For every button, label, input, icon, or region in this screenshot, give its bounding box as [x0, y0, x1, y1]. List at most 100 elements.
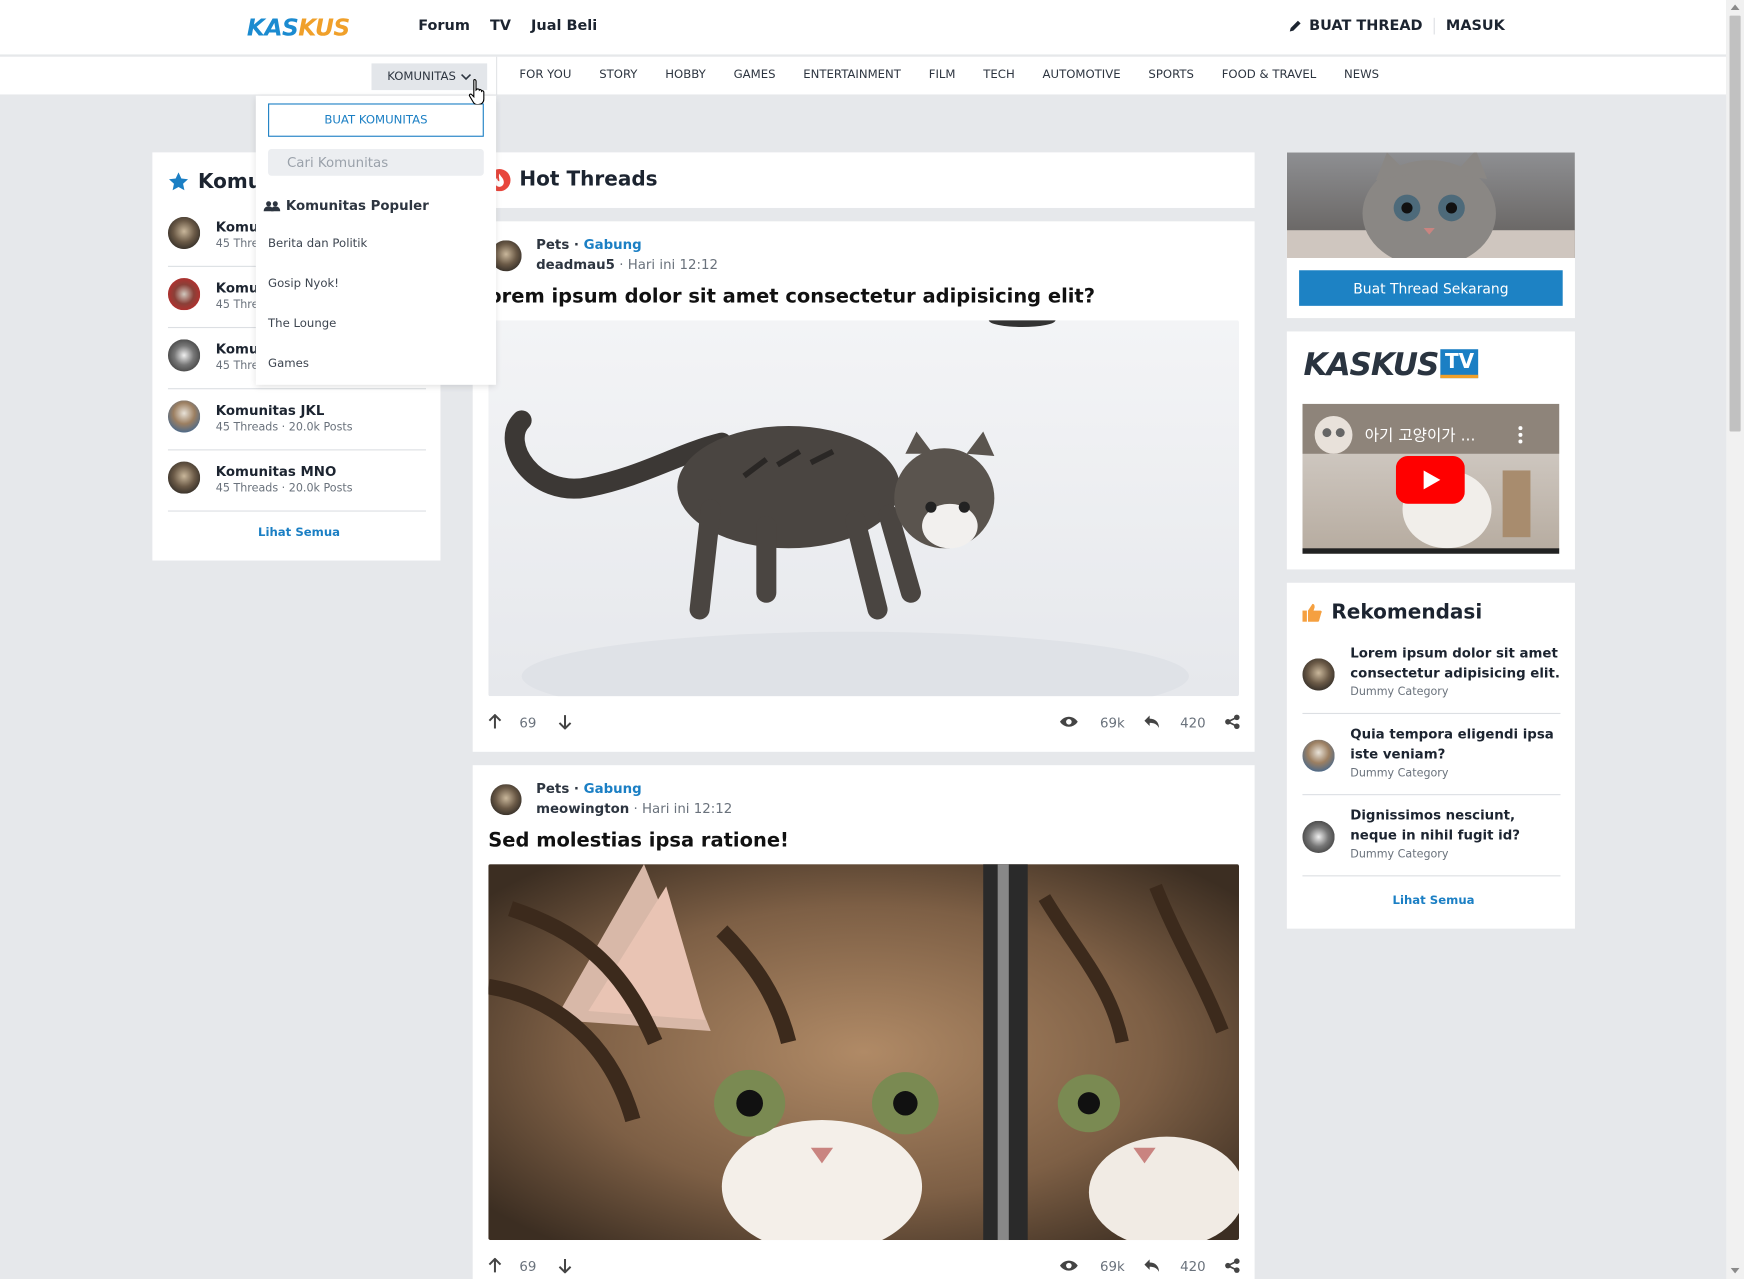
scroll-down-arrow-icon[interactable]	[1730, 1267, 1740, 1275]
recommendation-category: Dummy Category	[1350, 848, 1449, 861]
kaskus-tv-card: KASKUS TV 아기 고양이가 ...	[1286, 331, 1575, 570]
separator: ·	[569, 780, 584, 797]
dropdown-item-berita[interactable]: Berita dan Politik	[268, 237, 367, 250]
tab-games[interactable]: GAMES	[734, 68, 776, 81]
rekomendasi-title-text: Rekomendasi	[1331, 600, 1483, 624]
community-meta: 45 Threads · 20.0k Posts	[215, 482, 353, 495]
community-meta: 45 Threads · 20.0k Posts	[215, 421, 353, 434]
gabung-link[interactable]: Gabung	[584, 781, 642, 797]
thumbs-up-icon	[1302, 603, 1322, 622]
hot-threads-title-text: Hot Threads	[519, 167, 658, 192]
community-meta: 45 Thre	[215, 238, 259, 251]
arrow-up-icon[interactable]	[488, 1257, 502, 1274]
youtube-video-embed[interactable]: 아기 고양이가 ...	[1302, 403, 1560, 554]
tab-entertainment[interactable]: ENTERTAINMENT	[803, 68, 901, 81]
recommendation-item[interactable]: Quia tempora eligendi ipsa iste veniam? …	[1302, 714, 1561, 796]
masuk-button[interactable]: MASUK	[1435, 18, 1505, 35]
community-row[interactable]: Komunitas JKL 45 Threads · 20.0k Posts	[167, 389, 426, 451]
cta-card: Buat Thread Sekarang	[1286, 152, 1575, 319]
recommendation-item[interactable]: Lorem ipsum dolor sit amet consectetur a…	[1302, 633, 1561, 715]
nav-jual-beli[interactable]: Jual Beli	[531, 18, 597, 35]
tab-for-you[interactable]: FOR YOU	[519, 68, 571, 81]
view-count: 69k	[1100, 1258, 1125, 1275]
reply-icon[interactable]	[1143, 714, 1160, 730]
buat-thread-label: BUAT THREAD	[1309, 17, 1423, 35]
scrollbar-thumb[interactable]	[1729, 15, 1741, 432]
cari-komunitas-input[interactable]	[268, 149, 484, 176]
nav-forum[interactable]: Forum	[418, 18, 470, 35]
separator: ·	[629, 800, 642, 817]
thread-image[interactable]	[488, 320, 1240, 697]
recommendation-title: Lorem ipsum dolor sit amet consectetur a…	[1350, 645, 1560, 681]
thread-user-line: deadmau5 · Hari ini 12:12	[536, 257, 718, 273]
buat-komunitas-button[interactable]: BUAT KOMUNITAS	[268, 103, 484, 137]
buat-thread-button[interactable]: BUAT THREAD	[1288, 17, 1435, 35]
users-icon	[263, 200, 281, 211]
share-icon[interactable]	[1225, 714, 1241, 730]
thread-time: Hari ini 12:12	[627, 256, 718, 273]
tab-automotive[interactable]: AUTOMOTIVE	[1043, 68, 1121, 81]
community-name: Komunitas MNO	[215, 463, 337, 480]
upvote-count: 69	[519, 715, 537, 731]
pencil-icon	[1289, 20, 1301, 32]
community-row[interactable]: Komunitas MNO 45 Threads · 20.0k Posts	[167, 450, 426, 512]
thread-category[interactable]: Pets	[536, 237, 569, 253]
avatar	[167, 339, 201, 372]
rekomendasi-card: Rekomendasi Lorem ipsum dolor sit amet c…	[1286, 582, 1575, 929]
nav-tv[interactable]: TV	[490, 18, 511, 35]
thread-title[interactable]: orem ipsum dolor sit amet consectetur ad…	[488, 286, 1095, 308]
youtube-play-icon[interactable]	[1395, 455, 1465, 504]
buat-thread-sekarang-button[interactable]: Buat Thread Sekarang	[1299, 270, 1563, 306]
thread-title[interactable]: Sed molestias ipsa ratione!	[488, 830, 789, 852]
recommendation-item[interactable]: Dignissimos nesciunt, neque in nihil fug…	[1302, 795, 1561, 877]
komunitas-title-text: Komu	[197, 170, 263, 194]
arrow-down-icon[interactable]	[558, 714, 572, 730]
view-count: 69k	[1100, 715, 1125, 731]
scroll-up-arrow-icon[interactable]	[1730, 3, 1740, 11]
lihat-semua-link[interactable]: Lihat Semua	[1393, 894, 1475, 907]
lihat-semua-link[interactable]: Lihat Semua	[258, 526, 340, 539]
komunitas-panel-title: Komu	[168, 170, 263, 194]
tab-story[interactable]: STORY	[599, 68, 637, 81]
kaskus-logo[interactable]: KAS KUS	[247, 13, 350, 42]
thread-username[interactable]: meowington	[536, 801, 629, 817]
dropdown-item-gosip[interactable]: Gosip Nyok!	[268, 277, 339, 290]
avatar	[167, 278, 201, 311]
hot-threads-header: Hot Threads	[472, 152, 1255, 208]
thread-category[interactable]: Pets	[536, 781, 569, 797]
tab-hobby[interactable]: HOBBY	[665, 68, 706, 81]
thread-image[interactable]	[488, 864, 1240, 1241]
top-nav: Forum TV Jual Beli	[418, 18, 597, 35]
header-actions: BUAT THREAD MASUK	[1288, 17, 1505, 35]
tab-food-travel[interactable]: FOOD & TRAVEL	[1222, 68, 1317, 81]
arrow-up-icon[interactable]	[488, 714, 502, 730]
tab-sports[interactable]: SPORTS	[1148, 68, 1193, 81]
community-name: Komu	[215, 219, 259, 235]
dropdown-item-games[interactable]: Games	[268, 357, 309, 370]
thread-username[interactable]: deadmau5	[536, 257, 615, 273]
tab-tech[interactable]: TECH	[983, 68, 1014, 81]
kaskus-tv-logo-text: KASKUS	[1303, 345, 1440, 383]
eye-icon	[1059, 716, 1078, 727]
arrow-down-icon[interactable]	[558, 1258, 572, 1274]
tab-film[interactable]: FILM	[929, 68, 956, 81]
eye-icon	[1059, 1260, 1078, 1271]
tab-news[interactable]: NEWS	[1344, 68, 1379, 81]
category-tabs: FOR YOU STORY HOBBY GAMES ENTERTAINMENT …	[519, 68, 1406, 81]
komunitas-populer-heading: Komunitas Populer	[263, 198, 429, 214]
avatar[interactable]	[490, 784, 522, 816]
share-icon[interactable]	[1225, 1258, 1241, 1274]
reply-icon[interactable]	[1143, 1258, 1160, 1274]
separator: ·	[614, 256, 628, 273]
gabung-link[interactable]: Gabung	[584, 237, 642, 253]
more-vert-icon[interactable]	[1517, 426, 1524, 444]
community-meta: 45 Thre	[215, 299, 259, 312]
hand-cursor-icon	[468, 79, 485, 105]
vertical-scrollbar[interactable]	[1726, 0, 1744, 1279]
recommendation-category: Dummy Category	[1350, 686, 1449, 699]
thread-category-line: Pets · Gabung	[536, 781, 642, 797]
divider	[496, 56, 498, 96]
kaskus-tv-logo[interactable]: KASKUS TV	[1304, 345, 1479, 383]
dropdown-item-lounge[interactable]: The Lounge	[268, 317, 336, 330]
reply-count: 420	[1180, 715, 1206, 731]
